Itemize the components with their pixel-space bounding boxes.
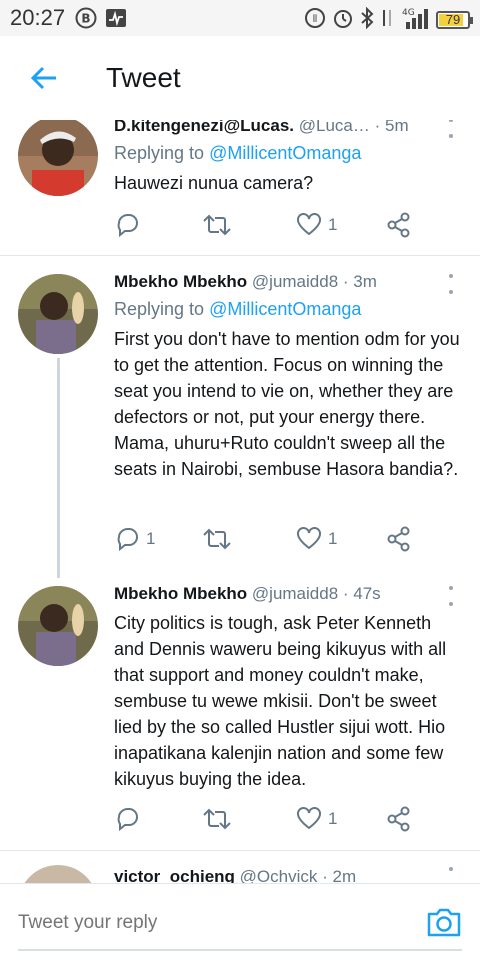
mention-link[interactable]: @MillicentOmanga xyxy=(209,143,361,163)
camera-icon xyxy=(427,908,461,937)
reply-composer xyxy=(0,883,480,960)
camera-button[interactable] xyxy=(426,906,462,938)
share-icon xyxy=(387,526,410,552)
tweet-time: · 2m xyxy=(322,867,357,883)
status-bar: 20:27 B ⫴ 4G 79 xyxy=(0,0,480,36)
svg-text:4G: 4G xyxy=(402,8,415,18)
status-time: 20:27 xyxy=(10,5,66,30)
retweet-icon xyxy=(203,808,231,830)
share-icon xyxy=(387,806,410,832)
author-handle: @Luca… xyxy=(298,120,370,135)
signal-icon: 4G xyxy=(400,6,430,33)
data-saver-icon: ⫴ xyxy=(304,7,326,32)
reply-button[interactable] xyxy=(114,806,146,832)
tweet-item[interactable]: victor_ochieng @Ochvick · 2m xyxy=(0,851,480,883)
reply-icon xyxy=(117,808,138,832)
author-name[interactable]: D.kitengenezi@Lucas. xyxy=(114,120,294,135)
back-arrow-icon xyxy=(30,66,56,90)
tweet-time: · 3m xyxy=(342,272,377,291)
tweet-time: · 5m xyxy=(374,120,409,135)
tweet-author-line: victor_ochieng @Ochvick · 2m xyxy=(114,865,464,883)
app-header: Tweet xyxy=(0,36,480,120)
author-handle: @jumaidd8 xyxy=(251,272,339,291)
tweet-item[interactable]: Mbekho Mbekho @jumaidd8 · 47s City polit… xyxy=(0,572,480,850)
reply-button[interactable]: 1 xyxy=(114,526,155,552)
avatar[interactable] xyxy=(18,586,98,666)
reply-button[interactable] xyxy=(114,212,146,238)
like-count: 1 xyxy=(328,215,338,234)
bluetooth-icon xyxy=(360,6,374,32)
tweet-actions: 1 xyxy=(114,210,424,240)
retweet-icon xyxy=(203,214,231,236)
tweet-text: City politics is tough, ask Peter Kennet… xyxy=(114,613,447,789)
more-options-icon[interactable] xyxy=(444,120,458,140)
activity-monitor-icon xyxy=(105,8,127,28)
more-options-icon[interactable] xyxy=(444,865,458,883)
heart-icon xyxy=(297,527,321,550)
tweet-item[interactable]: D.kitengenezi@Lucas. @Luca… · 5m Replyin… xyxy=(0,120,480,256)
battery-icon: 79 xyxy=(436,10,473,29)
mention-link[interactable]: @MillicentOmanga xyxy=(209,299,361,319)
svg-text:B: B xyxy=(81,12,90,26)
data-transfer-icon xyxy=(380,7,394,32)
avatar[interactable] xyxy=(18,865,98,883)
like-button[interactable]: 1 xyxy=(296,807,337,831)
back-button[interactable] xyxy=(22,56,66,100)
reply-icon xyxy=(117,214,138,238)
avatar[interactable] xyxy=(18,274,98,354)
reply-count: 1 xyxy=(146,529,156,548)
tweet-actions: 1 1 xyxy=(114,524,424,554)
retweet-button[interactable] xyxy=(202,806,232,832)
tweet-author-line: Mbekho Mbekho @jumaidd8 · 47s xyxy=(114,582,464,606)
author-handle: @Ochvick xyxy=(239,867,318,883)
tweet-thread[interactable]: D.kitengenezi@Lucas. @Luca… · 5m Replyin… xyxy=(0,120,480,883)
share-icon xyxy=(387,212,410,238)
author-name[interactable]: Mbekho Mbekho xyxy=(114,272,247,291)
share-button[interactable] xyxy=(386,212,412,238)
svg-text:⫴: ⫴ xyxy=(313,14,317,25)
author-name[interactable]: Mbekho Mbekho xyxy=(114,584,247,603)
reply-icon xyxy=(117,528,138,552)
share-button[interactable] xyxy=(386,806,412,832)
tweet-time: · 47s xyxy=(342,584,381,603)
alarm-icon xyxy=(332,7,354,32)
tweet-text: First you don't have to mention odm for … xyxy=(114,329,460,479)
like-button[interactable]: 1 xyxy=(296,527,337,551)
author-name[interactable]: victor_ochieng xyxy=(114,867,235,883)
like-count: 1 xyxy=(328,809,338,828)
thread-connector xyxy=(57,358,60,578)
heart-icon xyxy=(297,807,321,830)
avatar[interactable] xyxy=(18,120,98,196)
replying-to: Replying to @MillicentOmanga xyxy=(114,143,362,163)
share-button[interactable] xyxy=(386,526,412,552)
more-options-icon[interactable] xyxy=(444,272,458,296)
page-title: Tweet xyxy=(106,62,181,93)
bitcoin-icon: B xyxy=(75,7,97,29)
like-button[interactable]: 1 xyxy=(296,213,337,237)
tweet-text: Hauwezi nunua camera? xyxy=(114,173,314,193)
retweet-icon xyxy=(203,528,231,550)
heart-icon xyxy=(297,213,321,236)
tweet-author-line: Mbekho Mbekho @jumaidd8 · 3m xyxy=(114,270,464,294)
like-count: 1 xyxy=(328,529,338,548)
tweet-actions: 1 xyxy=(114,804,424,834)
reply-input[interactable] xyxy=(18,906,398,940)
replying-to: Replying to @MillicentOmanga xyxy=(114,299,362,319)
input-underline xyxy=(18,949,462,951)
retweet-button[interactable] xyxy=(202,526,232,552)
tweet-author-line: D.kitengenezi@Lucas. @Luca… · 5m xyxy=(114,120,464,138)
author-handle: @jumaidd8 xyxy=(251,584,339,603)
retweet-button[interactable] xyxy=(202,212,232,238)
tweet-item[interactable]: Mbekho Mbekho @jumaidd8 · 3m Replying to… xyxy=(0,256,480,578)
more-options-icon[interactable] xyxy=(444,584,458,608)
